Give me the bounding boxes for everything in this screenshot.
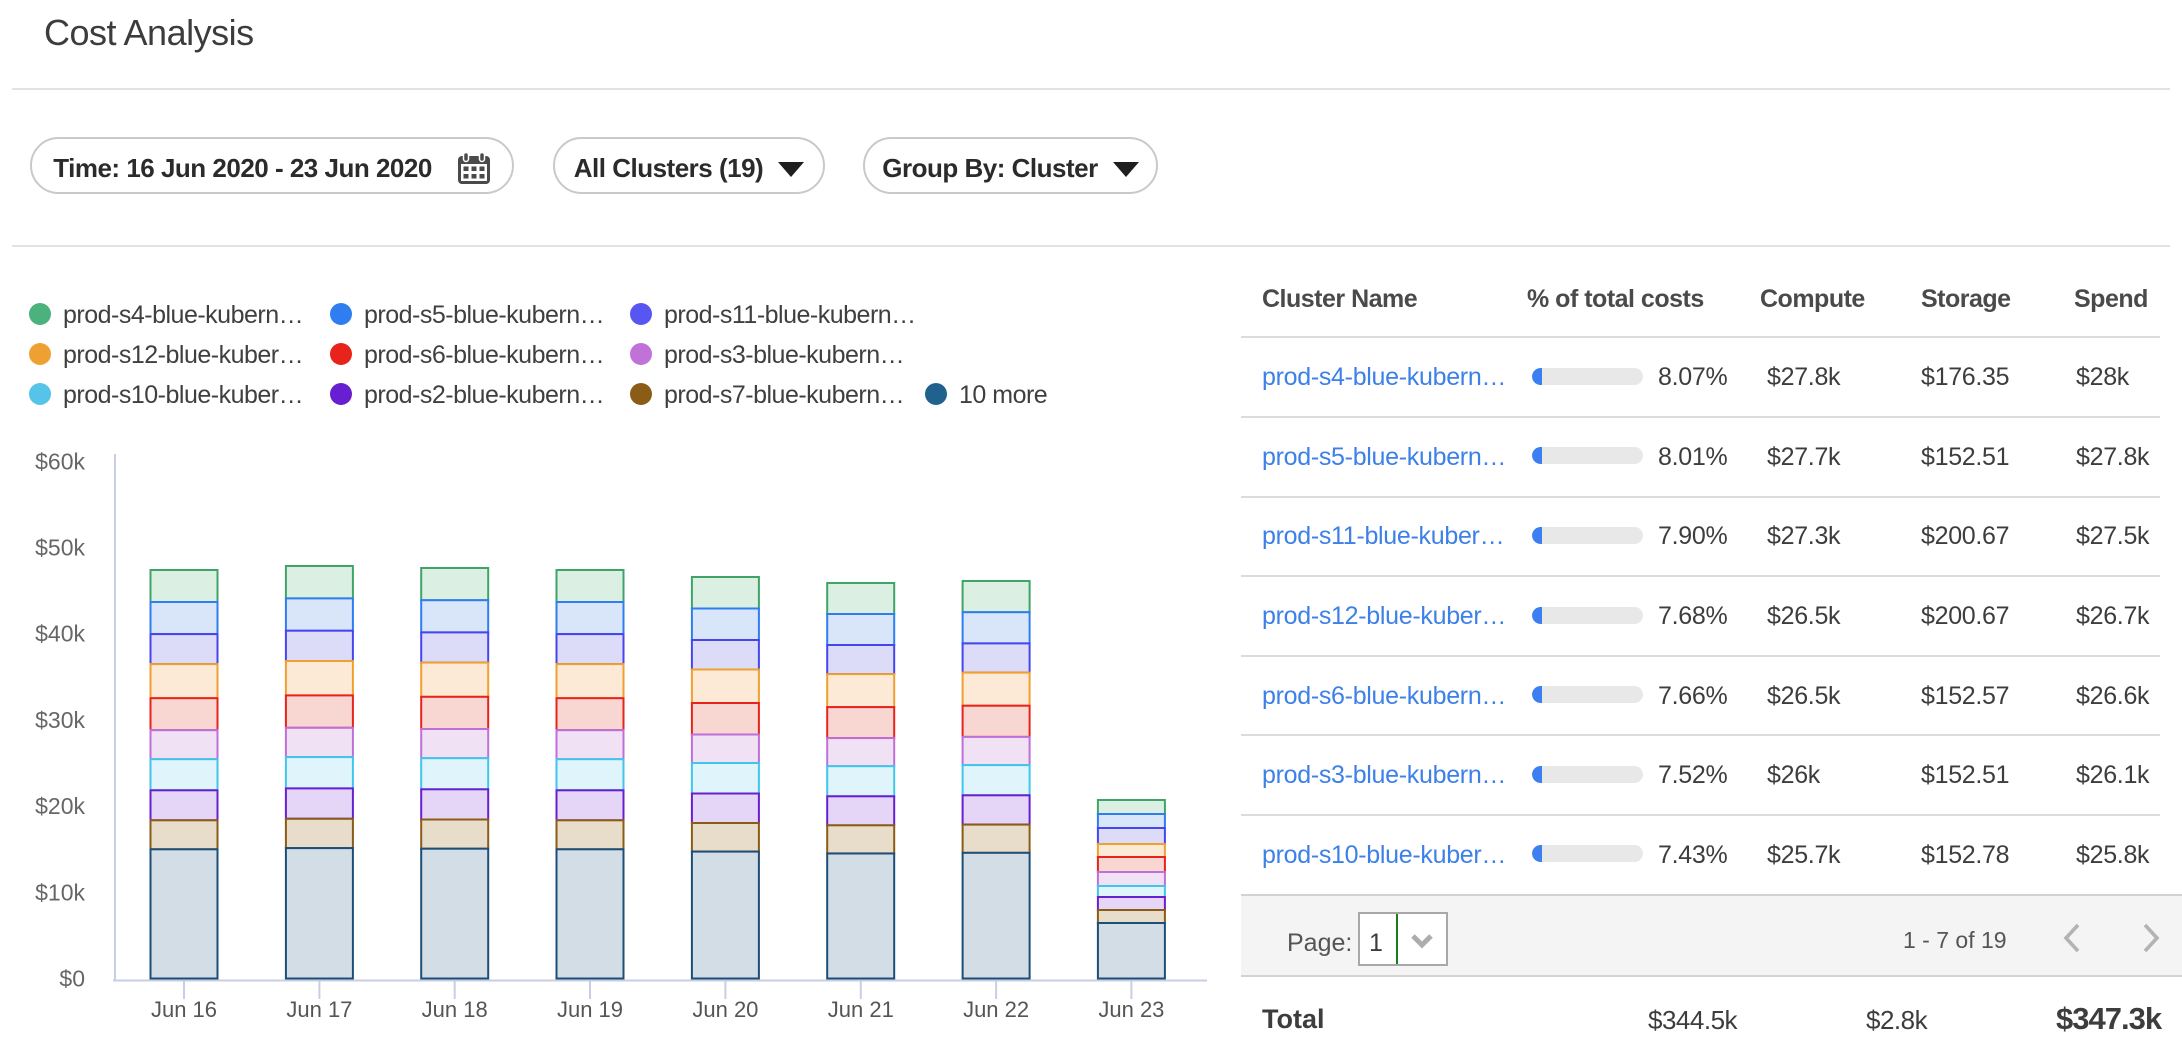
svg-text:Jun 19: Jun 19 (557, 997, 623, 1022)
svg-text:$40k: $40k (35, 621, 85, 647)
svg-text:$60k: $60k (35, 448, 85, 474)
svg-text:Jun 17: Jun 17 (286, 997, 352, 1022)
svg-text:$0: $0 (59, 966, 85, 992)
svg-text:Jun 21: Jun 21 (828, 997, 894, 1022)
svg-text:$50k: $50k (35, 535, 85, 561)
svg-text:Jun 22: Jun 22 (963, 997, 1029, 1022)
svg-text:$30k: $30k (35, 707, 85, 733)
svg-text:Jun 16: Jun 16 (151, 997, 217, 1022)
svg-text:$10k: $10k (35, 879, 85, 905)
svg-text:Jun 20: Jun 20 (692, 997, 758, 1022)
svg-text:Jun 18: Jun 18 (422, 997, 488, 1022)
svg-text:$20k: $20k (35, 793, 85, 819)
svg-text:Jun 23: Jun 23 (1098, 997, 1164, 1022)
